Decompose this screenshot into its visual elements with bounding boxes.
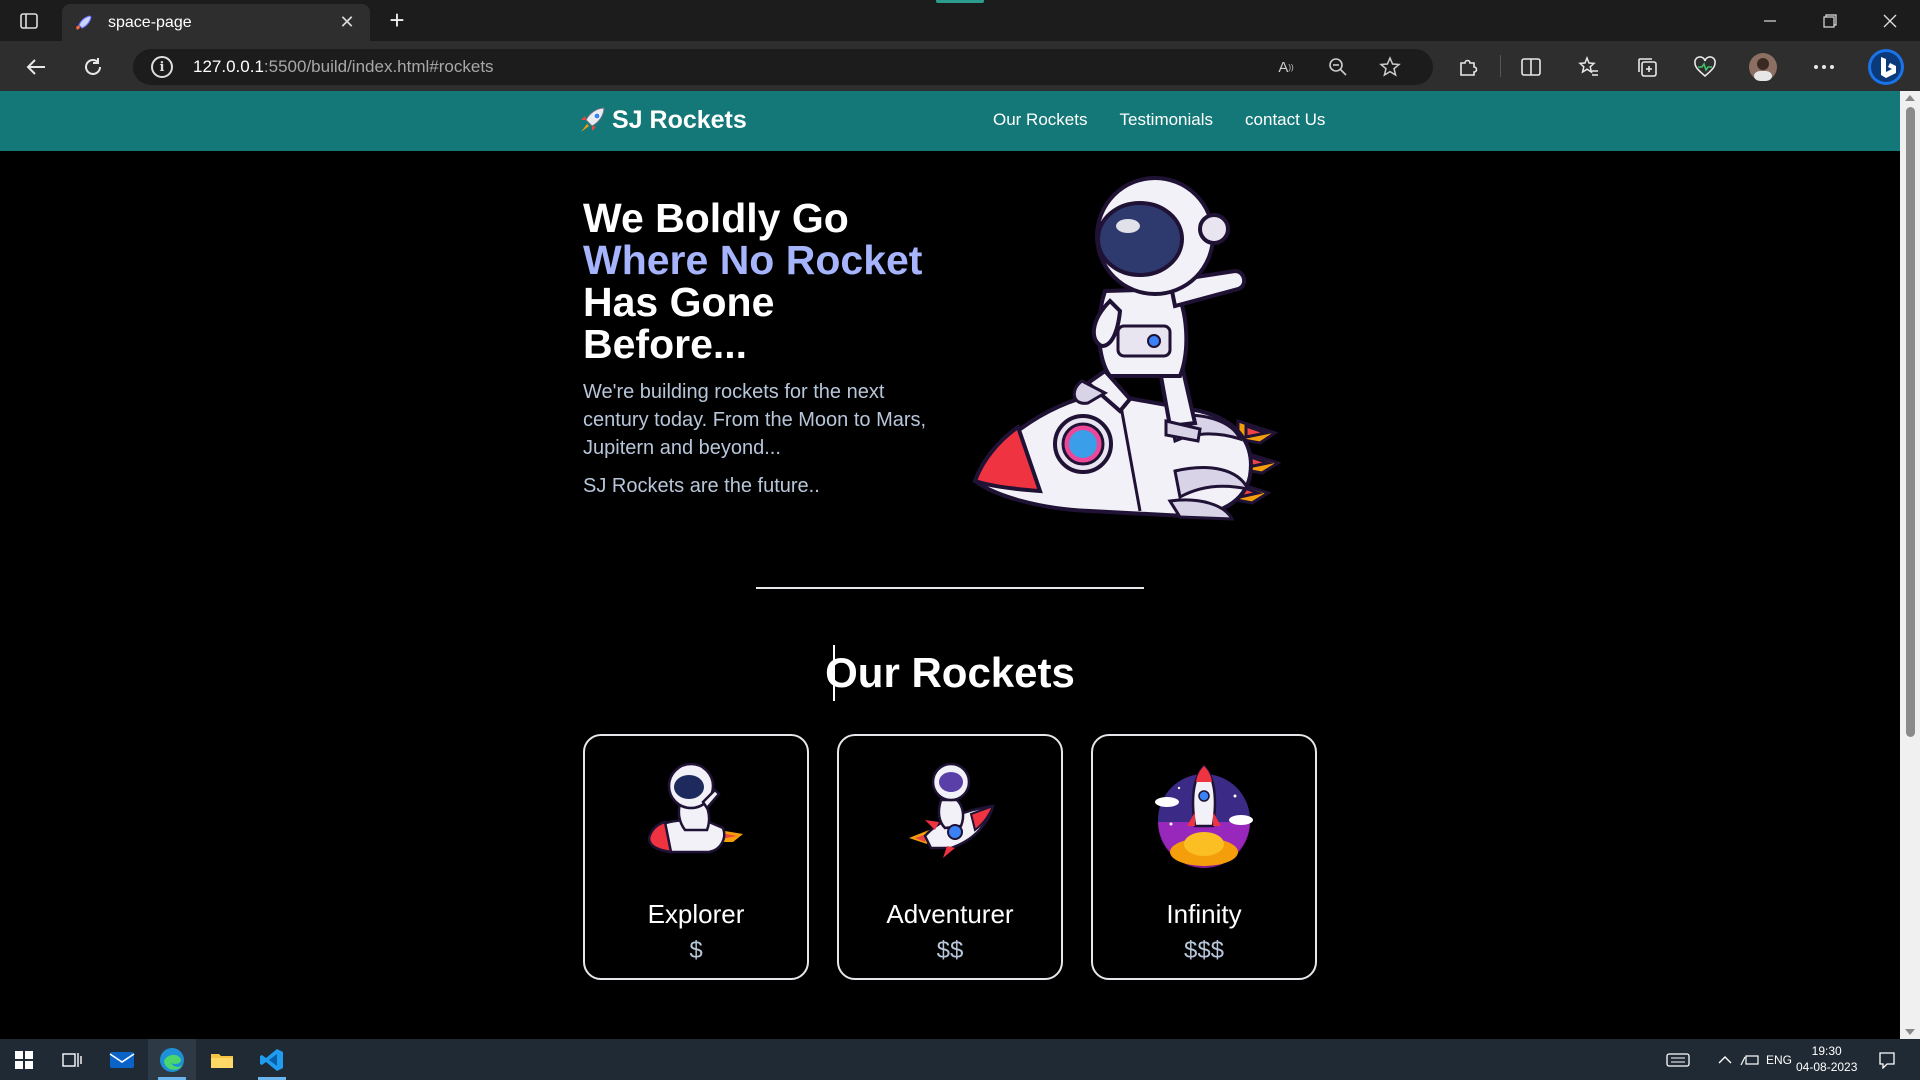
hero-tagline: SJ Rockets are the future..	[583, 475, 820, 497]
refresh-icon[interactable]	[77, 51, 109, 83]
card-name: Explorer	[647, 899, 745, 929]
vscode-icon[interactable]	[248, 1039, 296, 1080]
task-view-icon[interactable]	[48, 1039, 96, 1080]
nav-link-contact-us[interactable]: contact Us	[1245, 110, 1325, 130]
nav-links: Our Rockets Testimonials contact Us	[993, 110, 1325, 130]
keyboard-icon[interactable]	[1666, 1039, 1690, 1080]
show-hidden-icons-icon[interactable]	[1718, 1039, 1732, 1080]
favorite-star-icon[interactable]	[1375, 53, 1405, 81]
site-navbar: SJ Rockets Our Rockets Testimonials cont…	[0, 91, 1900, 151]
hero-title: We Boldly Go Where No Rocket Has Gone Be…	[583, 195, 923, 367]
collections-icon[interactable]	[1631, 51, 1663, 83]
card-price: $$	[936, 937, 964, 964]
nav-link-testimonials[interactable]: Testimonials	[1119, 110, 1213, 130]
rocket-favicon-icon	[76, 14, 92, 30]
hero-description: We're building rockets for the next cent…	[583, 381, 927, 459]
favorites-icon[interactable]	[1573, 51, 1605, 83]
nav-link-our-rockets[interactable]: Our Rockets	[993, 110, 1087, 130]
taskbar-clock[interactable]: 19:30 04-08-2023	[1796, 1043, 1857, 1075]
astronaut-on-rocket-image	[972, 176, 1282, 521]
brand-logo[interactable]: SJ Rockets	[578, 105, 747, 135]
brand-name: SJ Rockets	[612, 105, 747, 134]
rocket-card-adventurer[interactable]: Adventurer $$	[837, 734, 1063, 980]
rocket-logo-icon	[581, 107, 605, 132]
tab-indicator	[936, 0, 984, 3]
windows-taskbar: ENG 19:30 04-08-2023	[0, 1039, 1920, 1080]
scrollbar-thumb[interactable]	[1906, 107, 1915, 737]
restore-icon[interactable]	[1800, 0, 1860, 41]
rocket-card-infinity[interactable]: Infinity $$$	[1091, 734, 1317, 980]
scroll-up-icon[interactable]	[1905, 95, 1915, 101]
card-price: $$$	[1183, 937, 1225, 964]
rocket-launch-image	[1155, 764, 1253, 868]
close-window-icon[interactable]	[1860, 0, 1920, 41]
network-battery-icon[interactable]	[1740, 1039, 1760, 1080]
address-bar[interactable]: i 127.0.0.1:5500/build/index.html#rocket…	[133, 49, 1433, 85]
section-divider	[756, 587, 1144, 589]
windows-start-icon[interactable]	[0, 1039, 48, 1080]
page-scrollbar[interactable]	[1900, 91, 1920, 1039]
mail-icon[interactable]	[98, 1039, 146, 1080]
browser-tab[interactable]: space-page ✕	[62, 4, 370, 41]
astronaut-flying-rocket-image	[909, 762, 995, 858]
browser-titlebar: space-page ✕ +	[0, 0, 1920, 41]
page-viewport: SJ Rockets Our Rockets Testimonials cont…	[0, 91, 1900, 1039]
section-title-our-rockets: Our Rockets	[825, 649, 1075, 696]
file-explorer-icon[interactable]	[198, 1039, 246, 1080]
close-tab-icon[interactable]: ✕	[336, 12, 358, 33]
extensions-icon[interactable]	[1452, 51, 1484, 83]
card-name: Adventurer	[886, 899, 1014, 929]
rocket-card-explorer[interactable]: Explorer $	[583, 734, 809, 980]
browser-toolbar: i 127.0.0.1:5500/build/index.html#rocket…	[0, 41, 1920, 91]
edge-taskbar-icon[interactable]	[148, 1039, 196, 1080]
hero-title-highlight: Where No Rocket	[583, 237, 923, 283]
toolbar-separator	[1500, 55, 1501, 77]
read-aloud-icon[interactable]: A))	[1271, 53, 1301, 81]
card-price: $	[689, 937, 703, 964]
zoom-out-icon[interactable]	[1323, 53, 1353, 81]
tab-actions-icon[interactable]	[18, 10, 40, 32]
new-tab-button[interactable]: +	[382, 6, 412, 36]
split-screen-icon[interactable]	[1515, 51, 1547, 83]
more-options-icon[interactable]	[1808, 51, 1840, 83]
notifications-icon[interactable]	[1878, 1039, 1896, 1080]
site-info-icon[interactable]: i	[151, 56, 173, 78]
url-host: 127.0.0.1	[193, 57, 264, 76]
scroll-down-icon[interactable]	[1905, 1029, 1915, 1035]
astronaut-rocket-image	[647, 762, 743, 854]
bing-copilot-icon[interactable]	[1866, 47, 1906, 87]
back-icon[interactable]	[20, 51, 52, 83]
browser-essentials-icon[interactable]	[1689, 51, 1721, 83]
card-name: Infinity	[1166, 899, 1242, 929]
language-indicator[interactable]: ENG	[1766, 1039, 1792, 1080]
profile-avatar[interactable]	[1747, 51, 1779, 83]
url-path: :5500/build/index.html#rockets	[263, 57, 494, 76]
tab-title: space-page	[108, 13, 192, 31]
minimize-icon[interactable]	[1740, 0, 1800, 41]
